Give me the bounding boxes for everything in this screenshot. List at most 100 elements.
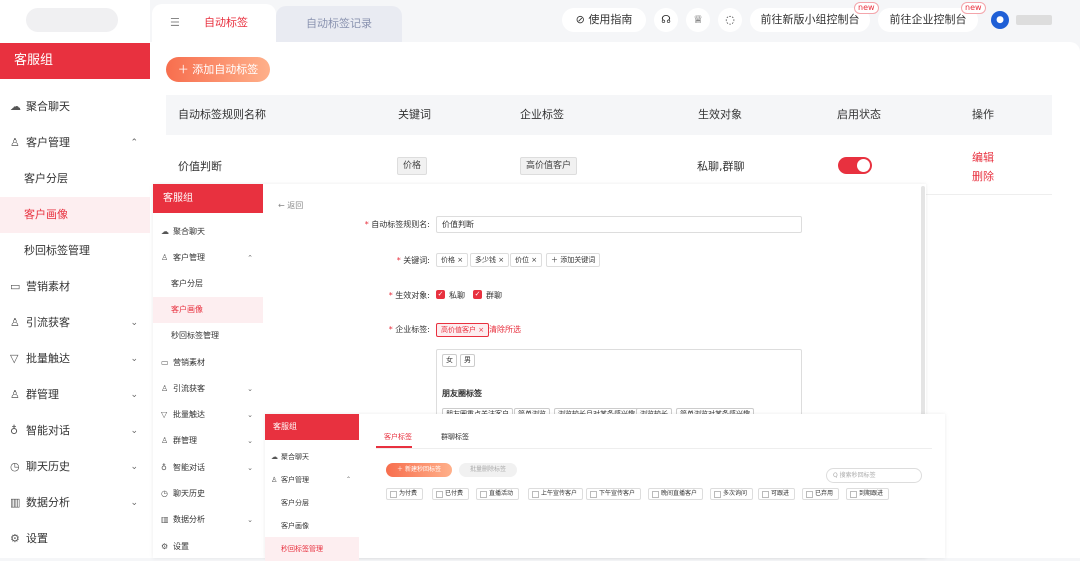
tab-group-tags[interactable]: 群聊标签: [441, 432, 469, 442]
add-auto-tag-button[interactable]: ＋ 添加自动标签: [166, 57, 270, 82]
sidebar-item-customer-tiers[interactable]: 客户分层: [0, 161, 150, 197]
sidebar-item-groups[interactable]: ♙ 群管理 ⌄: [0, 377, 150, 413]
menu-icon[interactable]: ☰: [170, 4, 180, 42]
overlay-nav-materials[interactable]: ▭ 营销素材: [153, 350, 263, 376]
tab-customer-tags[interactable]: 客户标签: [384, 432, 412, 442]
overlay-nav-acquisition[interactable]: ♙ 引流获客 ⌄: [153, 376, 263, 402]
column-actions: 操作: [972, 108, 994, 121]
group-chat-label: 群聊: [486, 291, 502, 300]
tag-checkbox[interactable]: 晚间直播客户: [648, 488, 704, 500]
sidebar-item-customer-profile[interactable]: 客户画像: [0, 197, 150, 233]
private-chat-checkbox[interactable]: ✓: [436, 290, 445, 299]
user-icon: ♙: [10, 316, 20, 329]
user-name[interactable]: [1016, 15, 1052, 25]
scrollbar[interactable]: [921, 186, 925, 416]
tab-auto-tags[interactable]: ☰ 自动标签: [152, 4, 276, 42]
tab-auto-tag-records[interactable]: 自动标签记录: [276, 6, 402, 42]
group-icon: ♙: [10, 388, 20, 401]
chat-icon: ☁: [161, 227, 169, 236]
avatar[interactable]: ●: [991, 11, 1009, 29]
bulb-icon: ♁: [10, 424, 19, 437]
folder-icon: ▭: [10, 280, 21, 293]
overlay-nav-smart[interactable]: ♁ 智能对话 ⌄: [153, 455, 263, 481]
sidebar-item-acquisition[interactable]: ♙ 引流获客 ⌄: [0, 305, 150, 341]
toggle-knob: [857, 159, 870, 172]
edit-link[interactable]: 编辑: [972, 149, 994, 165]
overlay2-nav-tiers[interactable]: 客户分层: [265, 491, 359, 515]
add-keyword-button[interactable]: ＋ 添加关键词: [546, 253, 601, 267]
tag-checkbox[interactable]: 直播活动: [476, 488, 520, 500]
chevron-down-icon: ⌄: [130, 354, 138, 364]
column-rule-name: 自动标签规则名称: [178, 108, 266, 121]
overlay-nav-groups[interactable]: ♙ 群管理 ⌄: [153, 428, 263, 454]
row-enterprise-tag: 高价值客户: [520, 157, 578, 175]
chevron-down-icon: ⌄: [130, 426, 138, 436]
sidebar-item-batch-reach[interactable]: ▽ 批量触达 ⌄: [0, 341, 150, 377]
customer-icon: ♙: [271, 476, 278, 484]
overlay-nav-history[interactable]: ◷ 聊天历史: [153, 481, 263, 507]
row-target: 私聊,群聊: [697, 160, 745, 173]
overlay-nav-analytics[interactable]: ▥ 数据分析 ⌄: [153, 507, 263, 533]
headset-icon[interactable]: ☊: [654, 8, 678, 32]
overlay2-nav-quick-tags[interactable]: 秒回标签管理: [265, 537, 359, 561]
chevron-down-icon: ⌄: [247, 464, 253, 472]
overlay-nav-profile[interactable]: 客户画像: [153, 297, 263, 323]
overlay-nav-chat[interactable]: ☁ 聚合聊天: [153, 219, 263, 245]
overlay-nav-tiers[interactable]: 客户分层: [153, 271, 263, 297]
history-icon: ◷: [10, 460, 20, 473]
sidebar-item-customers[interactable]: ♙ 客户管理 ⌃: [0, 125, 150, 161]
overlay-nav-customers[interactable]: ♙ 客户管理 ⌃: [153, 245, 263, 271]
shirt-icon[interactable]: ♕: [686, 8, 710, 32]
keyword-chip[interactable]: 多少钱 ×: [470, 253, 510, 267]
chevron-down-icon: ⌄: [247, 385, 253, 393]
sidebar-item-smart-dialog[interactable]: ♁ 智能对话 ⌄: [0, 413, 150, 449]
guide-button[interactable]: ⊘ 使用指南: [562, 8, 646, 32]
back-link[interactable]: ← 返回: [278, 200, 303, 211]
overlay-nav-quick-tags[interactable]: 秒回标签管理: [153, 323, 263, 349]
tag-checkbox[interactable]: 为付费: [386, 488, 424, 500]
overlay2-nav-profile[interactable]: 客户画像: [265, 514, 359, 538]
group-chat-checkbox[interactable]: ✓: [473, 290, 482, 299]
delete-link[interactable]: 删除: [972, 168, 994, 184]
whatsapp-icon[interactable]: ◌: [718, 8, 742, 32]
sidebar-item-settings[interactable]: ⚙ 设置: [0, 521, 150, 557]
search-input[interactable]: Q 搜索秒回标签: [826, 468, 922, 483]
row-keyword-tag: 价格: [397, 157, 428, 175]
tag-checkbox[interactable]: 可跟进: [758, 488, 796, 500]
overlay-nav-settings[interactable]: ⚙ 设置: [153, 534, 263, 560]
rule-name-label: * 自动标签规则名:: [364, 220, 430, 229]
keyword-chip[interactable]: 价位 ×: [510, 253, 543, 267]
chevron-up-icon: ⌃: [345, 476, 351, 483]
tag-checkbox[interactable]: 上午宣传客户: [528, 488, 584, 500]
enable-toggle[interactable]: [838, 157, 872, 174]
gear-icon: ⚙: [161, 542, 169, 551]
enterprise-tag-label: * 企业标签:: [388, 325, 430, 334]
sidebar-item-analytics[interactable]: ▥ 数据分析 ⌄: [0, 485, 150, 521]
keyword-chip[interactable]: 价格 ×: [436, 253, 469, 267]
table-header: 自动标签规则名称 关键词 企业标签 生效对象 启用状态 操作: [166, 95, 1052, 135]
chart-icon: ▥: [10, 496, 21, 509]
overlay-nav-batch[interactable]: ▽ 批量触达 ⌄: [153, 402, 263, 428]
tag-option[interactable]: 男: [460, 354, 475, 367]
clear-selection-link[interactable]: 清除所选: [489, 324, 521, 335]
sidebar-item-materials[interactable]: ▭ 营销素材: [0, 269, 150, 305]
tag-checkbox[interactable]: 多次询问: [710, 488, 754, 500]
sidebar-item-quick-tags[interactable]: 秒回标签管理: [0, 233, 150, 269]
moments-tag-heading: 朋友圈标签: [442, 389, 482, 398]
tag-checkbox[interactable]: 已付费: [432, 488, 470, 500]
rule-name-input[interactable]: 价值判断: [436, 216, 802, 233]
group-console-button[interactable]: 前往新版小组控制台: [750, 8, 870, 32]
tag-option[interactable]: 女: [442, 354, 457, 367]
customer-icon: ♙: [161, 253, 169, 262]
sidebar-item-chat[interactable]: ☁ 聚合聊天: [0, 89, 150, 125]
batch-delete-button[interactable]: 批量删除标签: [459, 463, 517, 477]
selected-tag-chip[interactable]: 高价值客户 ×: [436, 323, 490, 337]
tag-checkbox[interactable]: 下午宣传客户: [586, 488, 642, 500]
overlay2-nav-chat[interactable]: ☁ 聚合聊天: [265, 445, 359, 469]
sidebar-item-chat-history[interactable]: ◷ 聊天历史 ⌄: [0, 449, 150, 485]
new-quick-tag-button[interactable]: ＋ 新建秒回标签: [386, 463, 452, 477]
tag-checkbox[interactable]: 到期跟进: [846, 488, 890, 500]
overlay2-nav-customers[interactable]: ♙ 客户管理 ⌃: [265, 468, 359, 492]
tag-checkbox[interactable]: 已弃用: [802, 488, 840, 500]
filter-icon: ▽: [10, 352, 19, 365]
